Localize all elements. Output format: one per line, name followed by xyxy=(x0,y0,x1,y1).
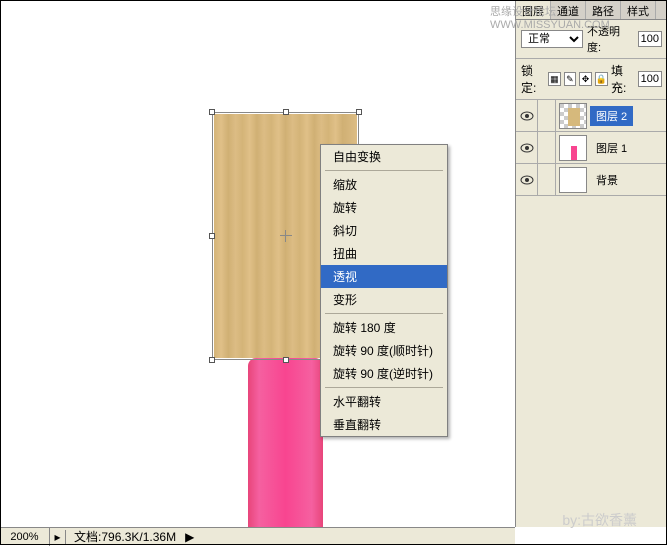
layer-thumbnail[interactable] xyxy=(559,167,587,193)
blend-mode-select[interactable]: 正常 xyxy=(521,30,583,48)
transform-handle-tm[interactable] xyxy=(283,109,289,115)
menu-item[interactable]: 透视 xyxy=(321,265,447,288)
lock-all-icon[interactable]: 🔒 xyxy=(595,72,608,86)
menu-item[interactable]: 自由变换 xyxy=(321,145,447,168)
transform-handle-bl[interactable] xyxy=(209,357,215,363)
visibility-toggle[interactable] xyxy=(516,132,538,164)
pink-shape xyxy=(248,358,323,538)
layer-row[interactable]: 图层 2 xyxy=(516,100,667,132)
menu-separator xyxy=(325,170,443,171)
zoom-input[interactable]: 200% xyxy=(0,528,50,546)
link-col[interactable] xyxy=(538,164,556,196)
transform-context-menu: 自由变换缩放旋转斜切扭曲透视变形旋转 180 度旋转 90 度(顺时针)旋转 9… xyxy=(320,144,448,437)
transform-center-icon[interactable] xyxy=(280,230,292,242)
layer-row[interactable]: 图层 1 xyxy=(516,132,667,164)
menu-item[interactable]: 变形 xyxy=(321,288,447,311)
panel-tabs: 图层 通道 路径 样式 xyxy=(516,0,667,20)
eye-icon xyxy=(520,175,534,185)
transform-handle-bm[interactable] xyxy=(283,357,289,363)
menu-item[interactable]: 水平翻转 xyxy=(321,390,447,413)
menu-item[interactable]: 扭曲 xyxy=(321,242,447,265)
link-col[interactable] xyxy=(538,132,556,164)
layer-thumbnail[interactable] xyxy=(559,103,587,129)
canvas-area[interactable]: 自由变换缩放旋转斜切扭曲透视变形旋转 180 度旋转 90 度(顺时针)旋转 9… xyxy=(0,0,515,527)
menu-separator xyxy=(325,387,443,388)
menu-item[interactable]: 旋转 xyxy=(321,196,447,219)
lock-position-icon[interactable]: ✥ xyxy=(579,72,592,86)
layer-name[interactable]: 图层 1 xyxy=(590,138,633,158)
transform-handle-ml[interactable] xyxy=(209,233,215,239)
menu-item[interactable]: 旋转 90 度(逆时针) xyxy=(321,362,447,385)
transform-handle-tl[interactable] xyxy=(209,109,215,115)
fill-label: 填充: xyxy=(611,62,635,96)
fill-input[interactable] xyxy=(638,71,662,87)
tab-layers[interactable]: 图层 xyxy=(516,0,551,19)
visibility-toggle[interactable] xyxy=(516,164,538,196)
layer-name[interactable]: 背景 xyxy=(590,170,624,190)
lock-label: 锁定: xyxy=(521,62,545,96)
tab-styles[interactable]: 样式 xyxy=(621,0,656,19)
lock-pixels-icon[interactable]: ✎ xyxy=(564,72,577,86)
transform-handle-tr[interactable] xyxy=(356,109,362,115)
status-bar: 200% ▸ 文档:796.3K/1.36M ▶ xyxy=(0,527,515,545)
menu-separator xyxy=(325,313,443,314)
tab-paths[interactable]: 路径 xyxy=(586,0,621,19)
tab-channels[interactable]: 通道 xyxy=(551,0,586,19)
menu-item[interactable]: 斜切 xyxy=(321,219,447,242)
layer-row[interactable]: 背景 xyxy=(516,164,667,196)
opacity-label: 不透明度: xyxy=(587,23,634,55)
visibility-toggle[interactable] xyxy=(516,100,538,132)
eye-icon xyxy=(520,111,534,121)
menu-item[interactable]: 旋转 180 度 xyxy=(321,316,447,339)
menu-item[interactable]: 旋转 90 度(顺时针) xyxy=(321,339,447,362)
doc-info: 文档:796.3K/1.36M ▶ xyxy=(66,528,194,545)
layer-thumbnail[interactable] xyxy=(559,135,587,161)
status-menu-icon[interactable]: ▸ xyxy=(50,530,66,544)
layer-name[interactable]: 图层 2 xyxy=(590,106,633,126)
opacity-input[interactable] xyxy=(638,31,662,47)
menu-item[interactable]: 垂直翻转 xyxy=(321,413,447,436)
layers-panel: 图层 通道 路径 样式 正常 不透明度: 锁定: ▦ ✎ ✥ 🔒 填充: 图层 … xyxy=(515,0,667,527)
layer-list: 图层 2 图层 1 背景 xyxy=(516,100,667,196)
link-col[interactable] xyxy=(538,100,556,132)
eye-icon xyxy=(520,143,534,153)
menu-item[interactable]: 缩放 xyxy=(321,173,447,196)
lock-transparency-icon[interactable]: ▦ xyxy=(548,72,561,86)
